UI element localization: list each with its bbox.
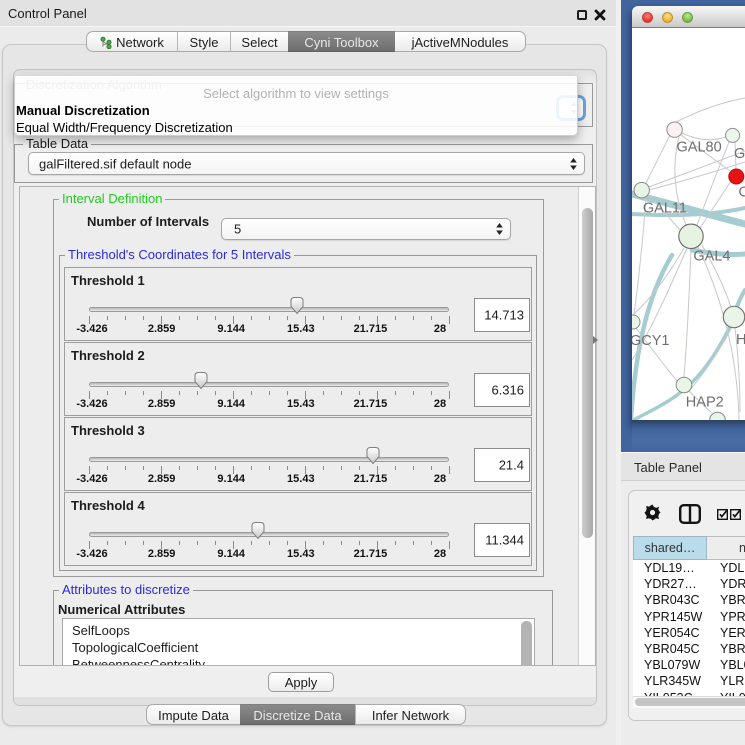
svg-text:GA: GA <box>734 146 745 162</box>
svg-text:GAL80: GAL80 <box>677 139 722 155</box>
svg-text:GAL11: GAL11 <box>643 200 687 216</box>
svg-text:H: H <box>736 332 745 348</box>
svg-text:C: C <box>739 184 745 200</box>
svg-text:GCY1: GCY1 <box>632 333 670 349</box>
svg-text:GAL4: GAL4 <box>693 249 730 265</box>
svg-text:HAP2: HAP2 <box>686 394 724 410</box>
